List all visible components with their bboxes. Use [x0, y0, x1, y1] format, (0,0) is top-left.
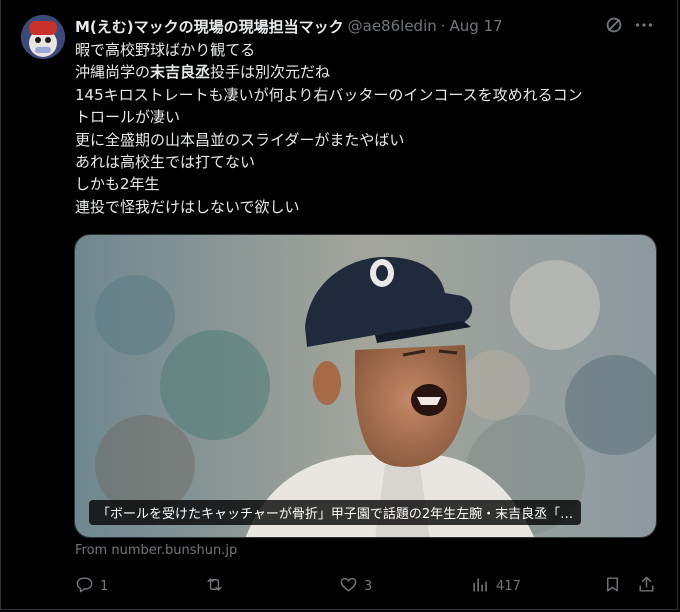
tweet[interactable]: M(えむ)マックの現場の現場担当マック @ae86ledin · Aug 17 …: [0, 0, 678, 610]
tweet-line: しかも2年生: [75, 175, 160, 194]
tweet-line: 連投で怪我だけはしないで欲しい: [75, 197, 300, 216]
tweet-line: あれは高校生では打てない: [75, 153, 256, 172]
bookmark-icon: [603, 575, 622, 598]
more-icon[interactable]: [633, 14, 655, 36]
view-count: 417: [496, 578, 521, 594]
views-icon: [471, 575, 490, 598]
tweet-line: トロールが凄い: [75, 108, 181, 127]
link-card[interactable]: 「ボールを受けたキャッチャーが骨折」甲子園で話題の2年生左腕・末吉良丞「…: [74, 234, 657, 538]
tweet-line: 145キロストレートも凄いが何より右バッターのインコースを攻めれるコン: [75, 85, 583, 104]
display-name[interactable]: M(えむ)マックの現場の現場担当マック: [75, 16, 344, 37]
separator: ·: [440, 17, 446, 35]
reply-button[interactable]: 1: [75, 574, 108, 598]
tweet-line: 更に全盛期の山本昌並のスライダーがまたやばい: [75, 130, 405, 149]
avatar[interactable]: [21, 15, 65, 59]
views-button[interactable]: 417: [471, 574, 521, 598]
tweet-header: M(えむ)マックの現場の現場担当マック @ae86ledin · Aug 17: [75, 16, 653, 36]
highlighted-name: 末吉良丞: [150, 63, 211, 82]
card-image: [75, 235, 656, 537]
tweet-text: 暇で高校野球ばかり観てる 沖縄尚学の末吉良丞投手は別次元だね 145キロストレー…: [75, 39, 655, 218]
tweet-line: 沖縄尚学の末吉良丞投手は別次元だね: [75, 63, 331, 82]
share-button[interactable]: [637, 574, 656, 598]
like-count: 3: [364, 578, 373, 594]
tweet-line: 暇で高校野球ばかり観てる: [75, 41, 256, 59]
bookmark-button[interactable]: [603, 574, 622, 598]
timestamp[interactable]: Aug 17: [450, 17, 503, 35]
reply-count: 1: [100, 578, 109, 594]
grok-icon[interactable]: [603, 14, 625, 36]
reply-icon: [75, 575, 94, 598]
card-title[interactable]: 「ボールを受けたキャッチャーが骨折」甲子園で話題の2年生左腕・末吉良丞「…: [89, 500, 582, 525]
card-source[interactable]: From number.bunshun.jp: [75, 543, 237, 558]
like-icon: [339, 575, 358, 598]
share-icon: [637, 575, 656, 598]
handle[interactable]: @ae86ledin: [348, 17, 437, 35]
retweet-icon: [205, 575, 224, 598]
like-button[interactable]: 3: [339, 574, 372, 598]
action-bar: 1 3 417: [75, 574, 657, 598]
retweet-button[interactable]: [205, 574, 230, 598]
